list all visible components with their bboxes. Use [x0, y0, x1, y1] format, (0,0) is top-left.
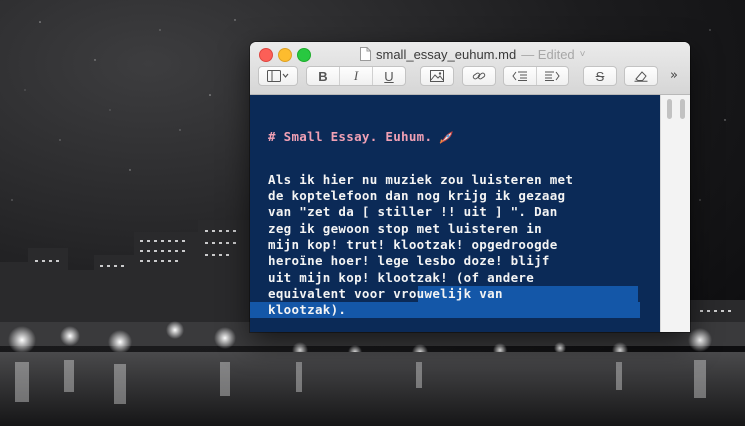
sidebar-toggle-button[interactable] — [258, 66, 298, 86]
paragraph-line: equivalent voor vrouwelijk van — [268, 286, 503, 301]
edited-status: — Edited — [521, 46, 575, 62]
window-title[interactable]: small_essay_euhum.md — Edited ˅ — [360, 45, 600, 63]
image-icon — [430, 70, 444, 82]
scrollbar[interactable] — [660, 95, 690, 332]
paragraph-line: van "zet da [ stiller !! uit ] ". Dan — [268, 204, 558, 219]
paragraph-line: uit mijn kop! klootzak! (of andere — [268, 270, 535, 285]
paragraph-line: mijn kop! trut! klootzak! opgedroogde — [268, 237, 558, 252]
paragraph-line: klootzak). — [268, 302, 347, 317]
heading-text: # Small Essay. Euhum. — [268, 129, 433, 144]
minimize-window-button[interactable] — [278, 48, 292, 62]
indent-button[interactable] — [537, 67, 569, 85]
eraser-icon — [634, 71, 648, 82]
sidebar-panel-icon — [267, 70, 289, 82]
clear-formatting-button[interactable] — [624, 66, 658, 86]
rocket-icon — [439, 130, 454, 144]
zoom-window-button[interactable] — [297, 48, 311, 62]
document-icon — [360, 47, 371, 61]
paragraph-line: Als ik hier nu muziek zou luisteren met — [268, 172, 574, 187]
bold-button[interactable]: B — [307, 67, 340, 85]
paragraph-line: de koptelefoon dan nog krijg ik gezaag — [268, 188, 566, 203]
scroll-thumb-right[interactable] — [680, 99, 685, 119]
insert-image-button[interactable] — [420, 66, 454, 86]
outdent-button[interactable] — [504, 67, 537, 85]
close-window-button[interactable] — [259, 48, 273, 62]
paragraph-line: zeg ik gewoon stop met luisteren in — [268, 221, 542, 236]
link-icon — [472, 72, 486, 80]
italic-button[interactable]: I — [340, 67, 373, 85]
scroll-thumb-left[interactable] — [667, 99, 672, 119]
title-chevron-down-icon: ˅ — [579, 48, 586, 60]
outdent-icon — [512, 71, 527, 81]
insert-link-button[interactable] — [462, 66, 496, 86]
title-bar: small_essay_euhum.md — Edited ˅ B I U S … — [250, 42, 690, 95]
window-filename: small_essay_euhum.md — [376, 46, 517, 62]
toolbar-overflow-button[interactable]: » — [670, 68, 678, 83]
indent-group — [503, 66, 569, 86]
underline-button[interactable]: U — [373, 67, 405, 85]
indent-icon — [545, 71, 560, 81]
strikethrough-button[interactable]: S — [583, 66, 617, 86]
editor-text-area[interactable]: # Small Essay. Euhum. Als ik hier nu muz… — [250, 95, 660, 332]
paragraph-line: heroïne hoer! lege lesbo doze! blijf — [268, 253, 550, 268]
text-style-group: B I U — [306, 66, 406, 86]
editor-window: small_essay_euhum.md — Edited ˅ B I U S … — [250, 42, 690, 332]
markdown-heading: # Small Essay. Euhum. — [268, 129, 454, 145]
